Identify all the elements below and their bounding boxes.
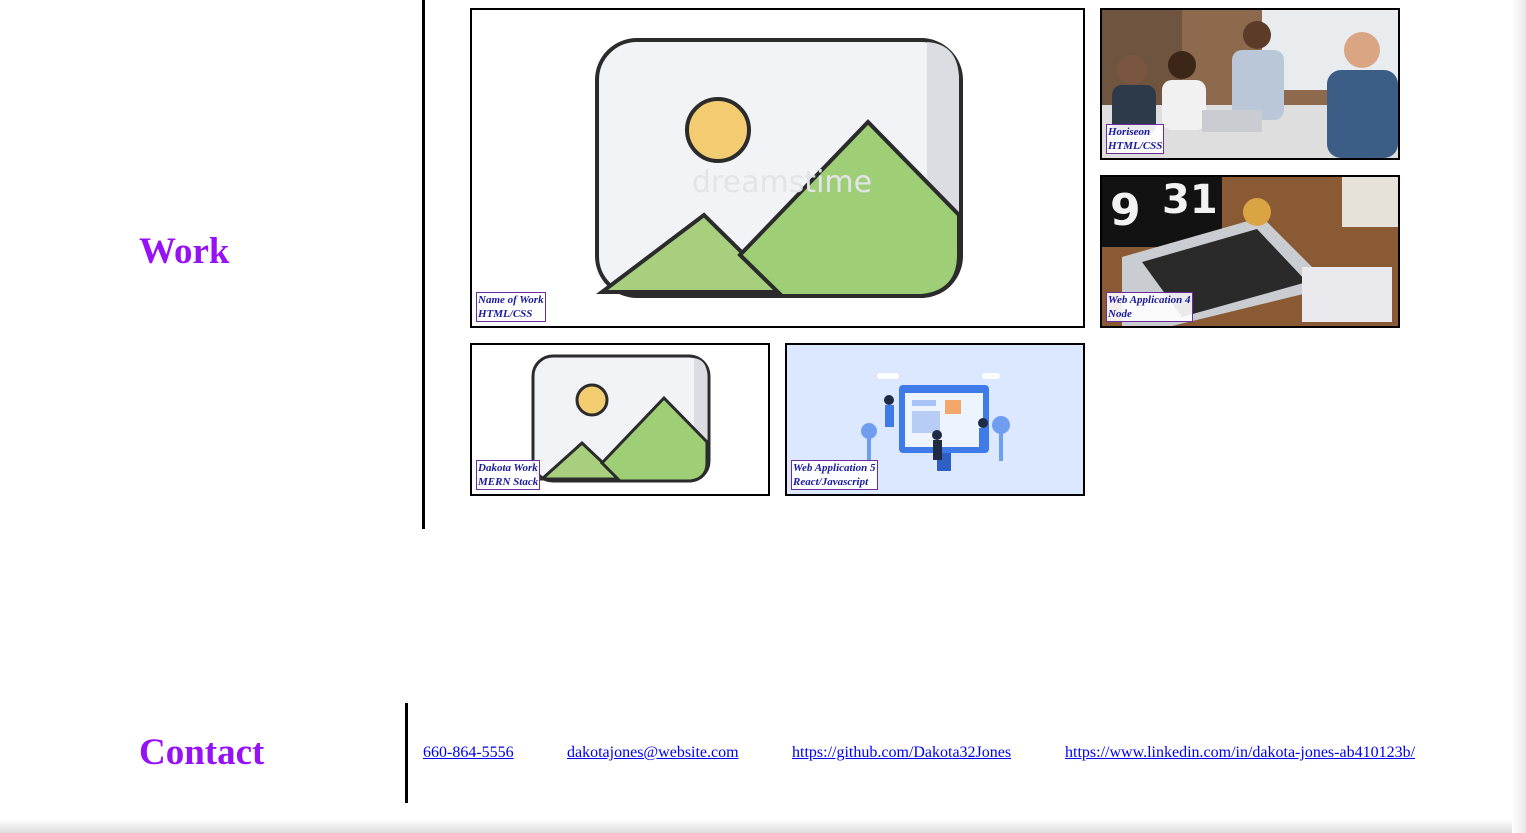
- email-link[interactable]: dakotajones@website.com: [567, 744, 739, 762]
- work-divider: [422, 0, 425, 529]
- placeholder-image-icon: dreamstime: [595, 38, 963, 298]
- project-name: Horiseon: [1108, 126, 1151, 138]
- project-name: Dakota Work: [478, 462, 538, 474]
- github-link[interactable]: https://github.com/Dakota32Jones: [792, 744, 1011, 762]
- project-caption[interactable]: Horiseon HTML/CSS: [1106, 124, 1165, 154]
- project-tech: HTML/CSS: [1108, 140, 1163, 152]
- contact-section-title: Contact: [139, 732, 265, 773]
- project-caption[interactable]: Name of Work HTML/CSS: [476, 292, 546, 322]
- project-tech: MERN Stack: [478, 476, 539, 488]
- project-card-dakota-work[interactable]: Dakota Work MERN Stack: [470, 343, 770, 496]
- project-caption[interactable]: Web Application 5 React/Javascript: [791, 460, 878, 490]
- project-card-name-of-work[interactable]: dreamstime Name of Work HTML/CSS: [470, 8, 1085, 328]
- bottom-shadow: [0, 819, 1512, 833]
- svg-text:dreamstime: dreamstime: [692, 165, 872, 200]
- project-tech: Node: [1108, 308, 1132, 320]
- contact-divider: [405, 703, 408, 803]
- project-caption[interactable]: Web Application 4 Node: [1106, 292, 1193, 322]
- svg-text:9: 9: [1110, 185, 1141, 236]
- work-section-title: Work: [139, 231, 230, 272]
- window-edge: [1512, 0, 1526, 833]
- project-name: Web Application 4: [1108, 294, 1191, 306]
- project-tech: React/Javascript: [793, 476, 869, 488]
- project-name: Web Application 5: [793, 462, 876, 474]
- project-name: Name of Work: [478, 294, 544, 306]
- project-card-web-application-4[interactable]: 9 31 Web Application 4 Node: [1100, 175, 1400, 328]
- project-tech: HTML/CSS: [478, 308, 533, 320]
- project-card-web-application-5[interactable]: Web Application 5 React/Javascript: [785, 343, 1085, 496]
- linkedin-link[interactable]: https://www.linkedin.com/in/dakota-jones…: [1065, 744, 1415, 762]
- phone-link[interactable]: 660-864-5556: [423, 744, 514, 762]
- project-card-horiseon[interactable]: Horiseon HTML/CSS: [1100, 8, 1400, 160]
- svg-text:31: 31: [1162, 177, 1218, 223]
- project-caption[interactable]: Dakota Work MERN Stack: [476, 460, 541, 490]
